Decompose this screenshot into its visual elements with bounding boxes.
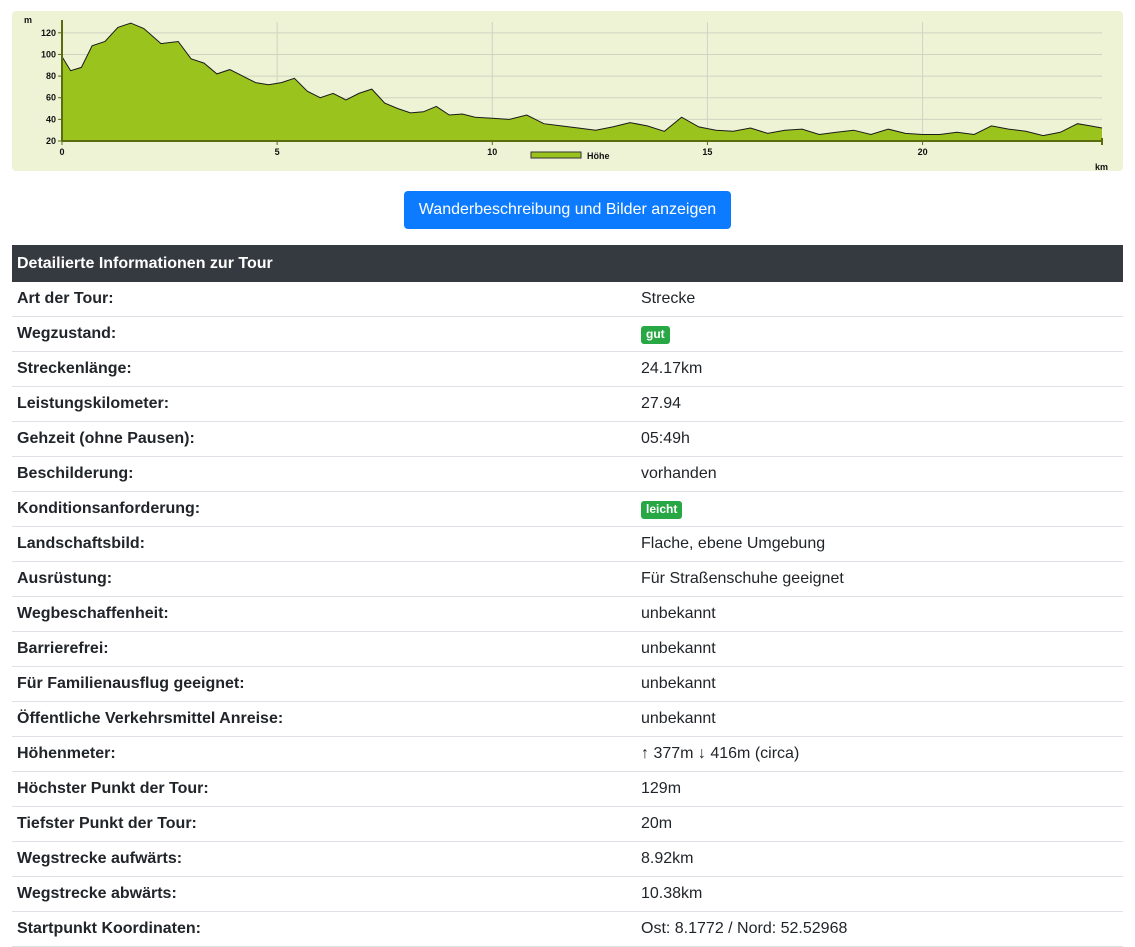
- info-label: Konditionsanforderung:: [12, 491, 636, 527]
- info-value-cell: gut: [636, 316, 1123, 352]
- info-value-cell: leicht: [636, 491, 1123, 527]
- info-label: Gehzeit (ohne Pausen):: [12, 421, 636, 457]
- info-value: 27.94: [636, 386, 1123, 422]
- x-axis-unit-label: km: [1095, 162, 1108, 171]
- info-value: 24.17km: [636, 351, 1123, 387]
- info-value: Für Straßenschuhe geeignet: [636, 561, 1123, 597]
- tour-info-header-row: Detailierte Informationen zur Tour: [12, 245, 1123, 282]
- y-tick-label: 20: [46, 136, 56, 146]
- table-row: Konditionsanforderung: leicht: [12, 491, 1123, 527]
- x-tick-label: 15: [702, 147, 712, 157]
- info-label: Für Familienausflug geeignet:: [12, 666, 636, 702]
- table-row: Tiefster Punkt der Tour: 20m: [12, 806, 1123, 842]
- table-row: Wegzustand: gut: [12, 316, 1123, 352]
- tour-info-table: Detailierte Informationen zur Tour Art d…: [12, 245, 1123, 947]
- table-row: Höchster Punkt der Tour: 129m: [12, 771, 1123, 807]
- table-row: Ausrüstung: Für Straßenschuhe geeignet: [12, 561, 1123, 597]
- info-label: Barrierefrei:: [12, 631, 636, 667]
- info-value: 129m: [636, 771, 1123, 807]
- info-value: Ost: 8.1772 / Nord: 52.52968: [636, 911, 1123, 947]
- info-label: Leistungskilometer:: [12, 386, 636, 422]
- info-value: unbekannt: [636, 666, 1123, 702]
- elevation-area: [62, 23, 1102, 142]
- info-value: Strecke: [636, 282, 1123, 317]
- info-label: Wegstrecke aufwärts:: [12, 841, 636, 877]
- tour-info-header: Detailierte Informationen zur Tour: [12, 245, 1123, 282]
- info-value: unbekannt: [636, 701, 1123, 737]
- info-label: Art der Tour:: [12, 282, 636, 317]
- status-badge: gut: [641, 325, 670, 344]
- info-label: Landschaftsbild:: [12, 526, 636, 562]
- x-tick-label: 0: [59, 147, 64, 157]
- table-row: Öffentliche Verkehrsmittel Anreise: unbek…: [12, 701, 1123, 737]
- y-axis-unit-label: m: [24, 15, 32, 25]
- table-row: Streckenlänge: 24.17km: [12, 351, 1123, 387]
- info-label: Wegbeschaffenheit:: [12, 596, 636, 632]
- y-tick-label: 60: [46, 93, 56, 103]
- table-row: Wegbeschaffenheit: unbekannt: [12, 596, 1123, 632]
- y-tick-label: 80: [46, 71, 56, 81]
- info-value: unbekannt: [636, 631, 1123, 667]
- elevation-chart-svg: 20 40 60 80 100 120 0 5 10 15 20 m km Höhe: [24, 15, 1108, 171]
- info-value: 10.38km: [636, 876, 1123, 912]
- table-row: Wegstrecke abwärts: 10.38km: [12, 876, 1123, 912]
- legend-swatch: [530, 151, 582, 159]
- y-tick-label: 40: [46, 114, 56, 124]
- info-value: vorhanden: [636, 456, 1123, 492]
- info-value: 20m: [636, 806, 1123, 842]
- info-value: 05:49h: [636, 421, 1123, 457]
- info-label: Tiefster Punkt der Tour:: [12, 806, 636, 842]
- info-value: ↑ 377m ↓ 416m (circa): [636, 736, 1123, 772]
- x-tick-label: 10: [487, 147, 497, 157]
- table-row: Höhenmeter: ↑ 377m ↓ 416m (circa): [12, 736, 1123, 772]
- tour-info-body: Art der Tour: Strecke Wegzustand: gut Streck…: [12, 282, 1123, 947]
- y-tick-label: 100: [41, 49, 56, 59]
- info-label: Höchster Punkt der Tour:: [12, 771, 636, 807]
- table-row: Landschaftsbild: Flache, ebene Umgebung: [12, 526, 1123, 562]
- info-value: unbekannt: [636, 596, 1123, 632]
- action-bar: Wanderbeschreibung und Bilder anzeigen: [0, 191, 1135, 229]
- info-label: Beschilderung:: [12, 456, 636, 492]
- info-label: Startpunkt Koordinaten:: [12, 911, 636, 947]
- x-tick-label: 20: [918, 147, 928, 157]
- table-row: Wegstrecke aufwärts: 8.92km: [12, 841, 1123, 877]
- info-value: 8.92km: [636, 841, 1123, 877]
- table-row: Startpunkt Koordinaten: Ost: 8.1772 / Nor…: [12, 911, 1123, 947]
- info-label: Ausrüstung:: [12, 561, 636, 597]
- table-row: Beschilderung: vorhanden: [12, 456, 1123, 492]
- table-row: Leistungskilometer: 27.94: [12, 386, 1123, 422]
- info-label: Öffentliche Verkehrsmittel Anreise:: [12, 701, 636, 737]
- table-row: Art der Tour: Strecke: [12, 282, 1123, 317]
- legend-label: Höhe: [587, 151, 610, 161]
- elevation-profile-chart: 20 40 60 80 100 120 0 5 10 15 20 m km Höhe: [12, 11, 1123, 171]
- table-row: Gehzeit (ohne Pausen): 05:49h: [12, 421, 1123, 457]
- x-tick-label: 5: [275, 147, 280, 157]
- info-label: Wegstrecke abwärts:: [12, 876, 636, 912]
- info-label: Höhenmeter:: [12, 736, 636, 772]
- info-label: Streckenlänge:: [12, 351, 636, 387]
- info-value: Flache, ebene Umgebung: [636, 526, 1123, 562]
- y-tick-label: 120: [41, 28, 56, 38]
- status-badge: leicht: [641, 500, 683, 519]
- table-row: Barrierefrei: unbekannt: [12, 631, 1123, 667]
- info-label: Wegzustand:: [12, 316, 636, 352]
- table-row: Für Familienausflug geeignet: unbekannt: [12, 666, 1123, 702]
- show-description-button[interactable]: Wanderbeschreibung und Bilder anzeigen: [403, 191, 732, 229]
